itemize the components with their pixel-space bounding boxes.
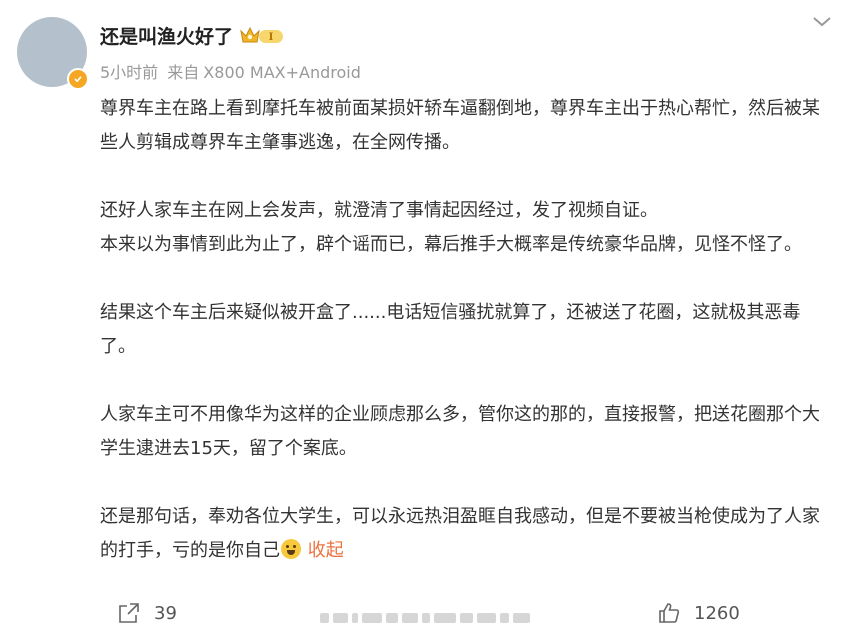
username[interactable]: 还是叫渔火好了 I xyxy=(100,22,285,49)
member-level-text: I xyxy=(269,32,274,43)
post-paragraph: 本来以为事情到此为止了，辟个谣而已，幕后推手大概率是传统豪华品牌，见怪不怪了。 xyxy=(100,234,802,255)
member-crown-icon[interactable]: I xyxy=(239,25,285,47)
post-paragraph-text: 还是那句话，奉劝各位大学生，可以永远热泪盈眶自我感动，但是不要被当枪使成为了人家… xyxy=(100,506,820,561)
verified-badge-icon xyxy=(67,68,89,90)
repost-button[interactable]: 39 xyxy=(118,602,177,624)
collapse-link[interactable]: 收起 xyxy=(308,540,344,561)
source-prefix: 来自 xyxy=(167,63,200,82)
like-count: 1260 xyxy=(694,602,740,624)
post-footer: 39 1260 xyxy=(0,595,851,635)
thumb-up-icon xyxy=(659,603,680,623)
comments-preview-blurred[interactable] xyxy=(320,613,530,623)
post-body: 尊界车主在路上看到摩托车被前面某损奸轿车逼翻倒地，尊界车主出于热心帮忙，然后被某… xyxy=(100,92,835,568)
post-paragraph: 结果这个车主后来疑似被开盒了......电话短信骚扰就算了，还被送了花圈，这就极… xyxy=(100,302,801,357)
post-paragraph-last: 还是那句话，奉劝各位大学生，可以永远热泪盈眶自我感动，但是不要被当枪使成为了人家… xyxy=(100,500,835,568)
repost-count: 39 xyxy=(154,602,177,624)
post-paragraph: 还好人家车主在网上会发声，就澄清了事情起因经过，发了视频自证。 xyxy=(100,200,658,221)
post-time[interactable]: 5小时前 xyxy=(100,63,158,82)
share-icon xyxy=(119,603,139,623)
post-paragraph: 人家车主可不用像华为这样的企业顾虑那么多，管你这的那的，直接报警，把送花圈那个大… xyxy=(100,404,820,459)
shushing-face-icon xyxy=(281,539,301,559)
post-paragraph: 尊界车主在路上看到摩托车被前面某损奸轿车逼翻倒地，尊界车主出于热心帮忙，然后被某… xyxy=(100,98,820,153)
like-button[interactable]: 1260 xyxy=(658,602,740,624)
chevron-down-icon[interactable] xyxy=(810,12,834,32)
username-text[interactable]: 还是叫渔火好了 xyxy=(100,22,233,49)
post-source: X800 MAX+Android xyxy=(203,63,361,82)
post-meta: 5小时前 来自 X800 MAX+Android xyxy=(100,59,365,83)
